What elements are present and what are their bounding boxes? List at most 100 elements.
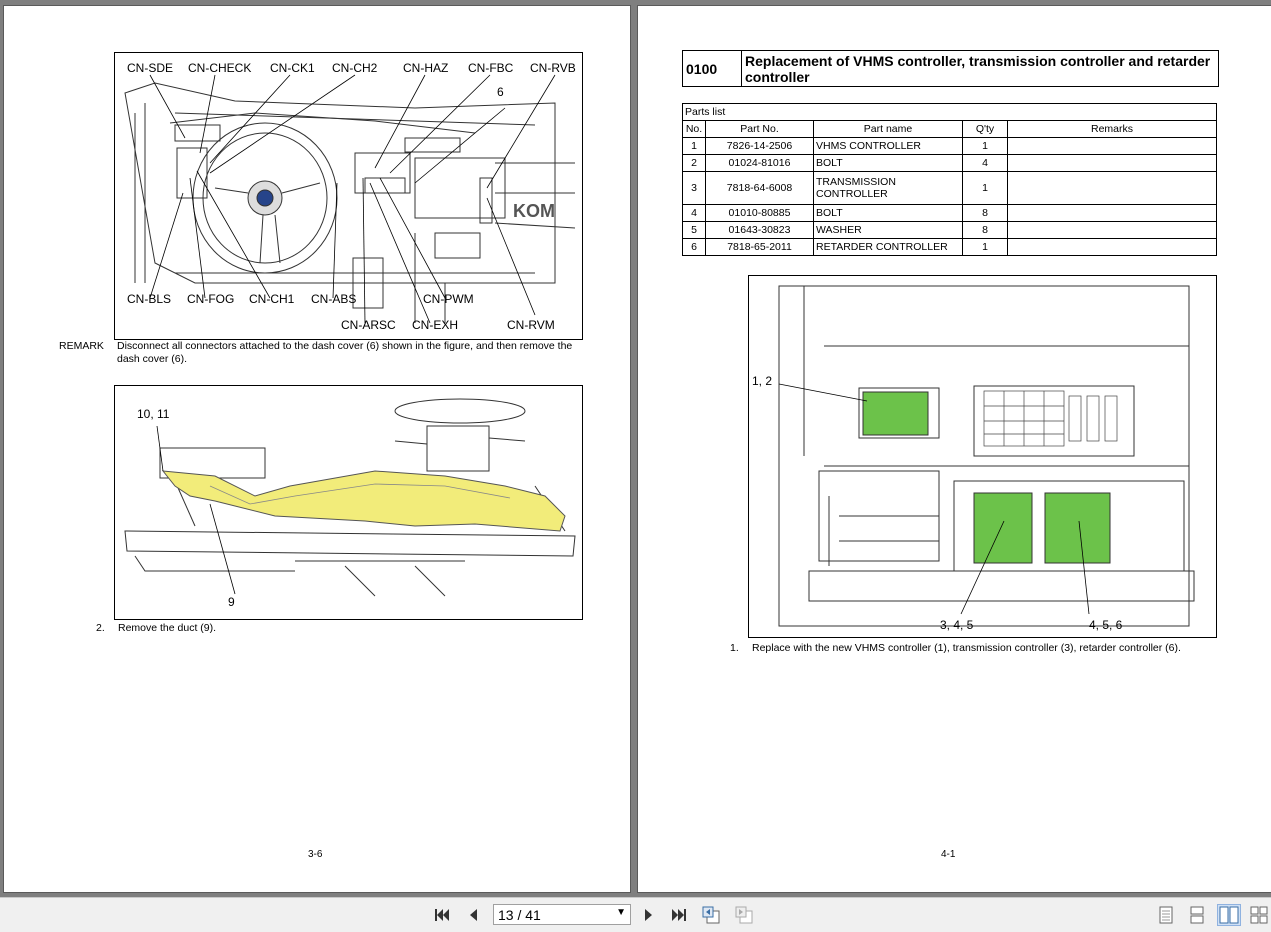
callout-10-11: 10, 11 — [137, 407, 170, 421]
cell-no: 4 — [682, 204, 706, 222]
table-row: 3 7818-64-6008 TRANSMISSION CONTROLLER 1 — [682, 171, 1217, 205]
left-page: KOM CN-SDE CN-CHECK CN-CK1 CN-CH2 CN-HAZ… — [4, 6, 630, 892]
retarder-controller-highlight — [1044, 492, 1111, 564]
navigation-toolbar: 13 / 41 ▼ — [0, 897, 1271, 932]
callout-6: 6 — [497, 85, 504, 99]
cell-remarks — [1007, 238, 1217, 256]
go-back-icon — [702, 906, 720, 924]
cell-no: 3 — [682, 171, 706, 205]
first-page-icon — [435, 909, 449, 921]
col-no: No. — [682, 120, 706, 138]
brand-mark: KOM — [513, 201, 555, 221]
cell-remarks — [1007, 204, 1217, 222]
callout-4-5-6: 4, 5, 6 — [1089, 618, 1123, 632]
callout-cn-sde: CN-SDE — [127, 61, 174, 75]
controller-figure: 1, 2 3, 4, 5 4, 5, 6 — [748, 275, 1217, 638]
two-page-view-button[interactable] — [1217, 904, 1241, 926]
continuous-view-button[interactable] — [1185, 904, 1209, 926]
cell-part-no: 01024-81016 — [705, 154, 814, 172]
first-page-button[interactable] — [431, 904, 453, 926]
dashboard-connector-figure: KOM CN-SDE CN-CHECK CN-CK1 CN-CH2 CN-HAZ… — [114, 52, 583, 340]
cell-part-name: TRANSMISSION CONTROLLER — [813, 171, 963, 205]
callout-cn-rvb: CN-RVB — [530, 61, 576, 75]
next-page-button[interactable] — [638, 904, 660, 926]
previous-page-button[interactable] — [462, 904, 484, 926]
col-remarks: Remarks — [1007, 120, 1217, 138]
table-header-row: No. Part No. Part name Q'ty Remarks — [682, 120, 1217, 138]
callout-3-4-5: 3, 4, 5 — [940, 618, 974, 632]
cell-qty: 1 — [962, 238, 1008, 256]
cell-no: 2 — [682, 154, 706, 172]
cell-remarks — [1007, 171, 1217, 205]
go-back-button[interactable] — [700, 904, 722, 926]
duct-figure: 10, 11 9 — [114, 385, 583, 620]
callout-cn-ch2: CN-CH2 — [332, 61, 378, 75]
step-number: 1. — [730, 642, 739, 654]
page-number-field[interactable]: 13 / 41 ▼ — [493, 904, 631, 925]
single-page-view-icon — [1159, 906, 1173, 924]
callout-cn-abs: CN-ABS — [311, 292, 357, 306]
page-indicator: 13 / 41 — [498, 906, 541, 923]
remark-text: Disconnect all connectors attached to th… — [117, 340, 573, 365]
cell-part-name: BOLT — [813, 154, 963, 172]
table-row: 2 01024-81016 BOLT 4 — [682, 154, 1217, 172]
go-forward-button[interactable] — [733, 904, 755, 926]
table-row: 6 7818-65-2011 RETARDER CONTROLLER 1 — [682, 238, 1217, 256]
cell-part-name: WASHER — [813, 221, 963, 239]
transmission-controller-highlight — [973, 492, 1033, 564]
single-page-view-button[interactable] — [1154, 904, 1178, 926]
cell-no: 6 — [682, 238, 706, 256]
vhms-controller-highlight — [862, 391, 929, 436]
col-qty: Q'ty — [962, 120, 1008, 138]
callout-cn-fbc: CN-FBC — [468, 61, 514, 75]
step-2: 2. Remove the duct (9). — [96, 622, 216, 634]
callout-cn-ck1: CN-CK1 — [270, 61, 315, 75]
go-forward-icon — [735, 906, 753, 924]
cell-part-name: BOLT — [813, 204, 963, 222]
cell-qty: 1 — [962, 171, 1008, 205]
table-row: 4 01010-80885 BOLT 8 — [682, 204, 1217, 222]
two-page-continuous-view-button[interactable] — [1249, 904, 1269, 926]
step-1: 1. Replace with the new VHMS controller (… — [730, 642, 1181, 654]
two-page-view-icon — [1219, 906, 1239, 924]
cell-part-no: 7818-65-2011 — [705, 238, 814, 256]
cell-part-no: 01643-30823 — [705, 221, 814, 239]
cell-remarks — [1007, 154, 1217, 172]
cell-qty: 4 — [962, 154, 1008, 172]
parts-list-caption: Parts list — [682, 103, 1217, 121]
callout-cn-rvm: CN-RVM — [507, 318, 555, 332]
step-text: Replace with the new VHMS controller (1)… — [752, 642, 1181, 654]
cell-remarks — [1007, 221, 1217, 239]
page-number: 3-6 — [308, 849, 323, 860]
two-page-continuous-view-icon — [1250, 906, 1268, 924]
callout-cn-arsc: CN-ARSC — [341, 318, 396, 332]
callout-cn-pwm: CN-PWM — [423, 292, 474, 306]
callout-cn-fog: CN-FOG — [187, 292, 235, 306]
parts-table: Parts list No. Part No. Part name Q'ty R… — [682, 103, 1217, 256]
callout-1-2: 1, 2 — [752, 374, 773, 388]
cell-qty: 1 — [962, 137, 1008, 155]
cell-remarks — [1007, 137, 1217, 155]
cell-part-name: VHMS CONTROLLER — [813, 137, 963, 155]
col-part-no: Part No. — [705, 120, 814, 138]
right-page: 0100 Replacement of VHMS controller, tra… — [638, 6, 1271, 892]
col-part-name: Part name — [813, 120, 963, 138]
cell-part-no: 7826-14-2506 — [705, 137, 814, 155]
cell-part-no: 01010-80885 — [705, 204, 814, 222]
callout-cn-check: CN-CHECK — [188, 61, 252, 75]
controller-drawing — [778, 285, 1195, 627]
callout-cn-ch1: CN-CH1 — [249, 292, 295, 306]
cell-no: 5 — [682, 221, 706, 239]
callout-cn-haz: CN-HAZ — [403, 61, 449, 75]
remark-label: REMARK — [59, 340, 104, 352]
duct-drawing — [124, 398, 576, 597]
step-text: Remove the duct (9). — [118, 622, 217, 634]
callout-9: 9 — [228, 595, 235, 609]
table-row: 5 01643-30823 WASHER 8 — [682, 221, 1217, 239]
last-page-icon — [672, 909, 686, 921]
section-title: Replacement of VHMS controller, transmis… — [745, 53, 1211, 85]
cell-qty: 8 — [962, 221, 1008, 239]
cell-part-name: RETARDER CONTROLLER — [813, 238, 963, 256]
last-page-button[interactable] — [668, 904, 690, 926]
duct-highlight — [161, 470, 566, 532]
